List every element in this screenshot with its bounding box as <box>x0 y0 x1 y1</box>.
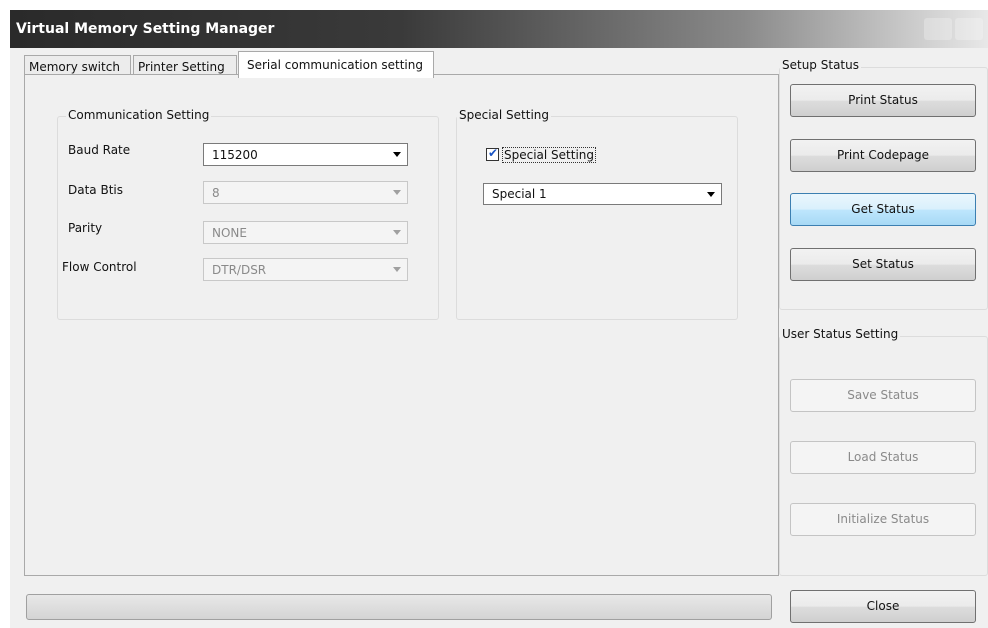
special-setting-group: Special Setting ✔ Special Setting Specia… <box>456 108 738 320</box>
button-label: Save Status <box>847 388 919 402</box>
group-title: Special Setting <box>457 108 552 122</box>
chevron-down-icon <box>707 192 715 197</box>
get-status-button[interactable]: Get Status <box>790 193 976 226</box>
data-bits-label: Data Btis <box>68 183 123 197</box>
close-button[interactable]: Close <box>790 590 976 623</box>
chevron-down-icon <box>393 190 401 195</box>
load-status-button[interactable]: Load Status <box>790 441 976 474</box>
button-label: Print Codepage <box>836 148 930 162</box>
title-bar[interactable]: Virtual Memory Setting Manager <box>10 10 988 48</box>
save-status-button[interactable]: Save Status <box>790 379 976 412</box>
window-title: Virtual Memory Setting Manager <box>16 21 275 37</box>
group-title: Setup Status <box>780 58 861 72</box>
flow-control-label: Flow Control <box>62 260 137 274</box>
print-codepage-button[interactable]: Print Codepage <box>790 139 976 172</box>
button-label: Close <box>866 599 900 613</box>
serial-settings-panel: Communication Setting Baud Rate 115200 D… <box>24 74 779 576</box>
minimize-button[interactable] <box>924 18 952 40</box>
special-select-value: Special 1 <box>492 187 547 201</box>
special-select[interactable]: Special 1 <box>483 183 722 205</box>
parity-select[interactable]: NONE <box>203 221 408 244</box>
baud-rate-select[interactable]: 115200 <box>203 143 408 166</box>
chevron-down-icon <box>393 152 401 157</box>
baud-rate-value: 115200 <box>212 148 258 162</box>
checkmark-icon: ✔ <box>488 146 499 160</box>
button-label: Set Status <box>852 257 914 271</box>
data-bits-select[interactable]: 8 <box>203 181 408 204</box>
parity-value: NONE <box>212 226 247 240</box>
communication-setting-group: Communication Setting Baud Rate 115200 D… <box>57 108 439 320</box>
tab-label: Memory switch <box>29 60 120 74</box>
window-close-button[interactable] <box>955 18 983 40</box>
chevron-down-icon <box>393 230 401 235</box>
progress-bar <box>26 594 772 620</box>
tab-label: Printer Setting <box>138 60 225 74</box>
group-title: User Status Setting <box>780 327 901 341</box>
baud-rate-label: Baud Rate <box>68 143 131 157</box>
button-label: Load Status <box>847 450 919 464</box>
set-status-button[interactable]: Set Status <box>790 248 976 281</box>
button-label: Print Status <box>848 93 918 107</box>
special-setting-checkbox[interactable]: ✔ <box>486 146 499 161</box>
print-status-button[interactable]: Print Status <box>790 84 976 117</box>
button-label: Get Status <box>851 202 915 216</box>
parity-label: Parity <box>68 221 103 235</box>
tab-label: Serial communication setting <box>247 58 423 72</box>
initialize-status-button[interactable]: Initialize Status <box>790 503 976 536</box>
tab-serial-communication-setting[interactable]: Serial communication setting <box>238 51 434 78</box>
special-setting-checkbox-label[interactable]: Special Setting <box>502 147 597 163</box>
button-label: Initialize Status <box>836 512 930 526</box>
app-window: Virtual Memory Setting Manager Memory sw… <box>10 10 988 628</box>
flow-control-value: DTR/DSR <box>212 263 267 277</box>
group-title: Communication Setting <box>66 108 212 122</box>
flow-control-select[interactable]: DTR/DSR <box>203 258 408 281</box>
data-bits-value: 8 <box>212 186 220 200</box>
chevron-down-icon <box>393 267 401 272</box>
